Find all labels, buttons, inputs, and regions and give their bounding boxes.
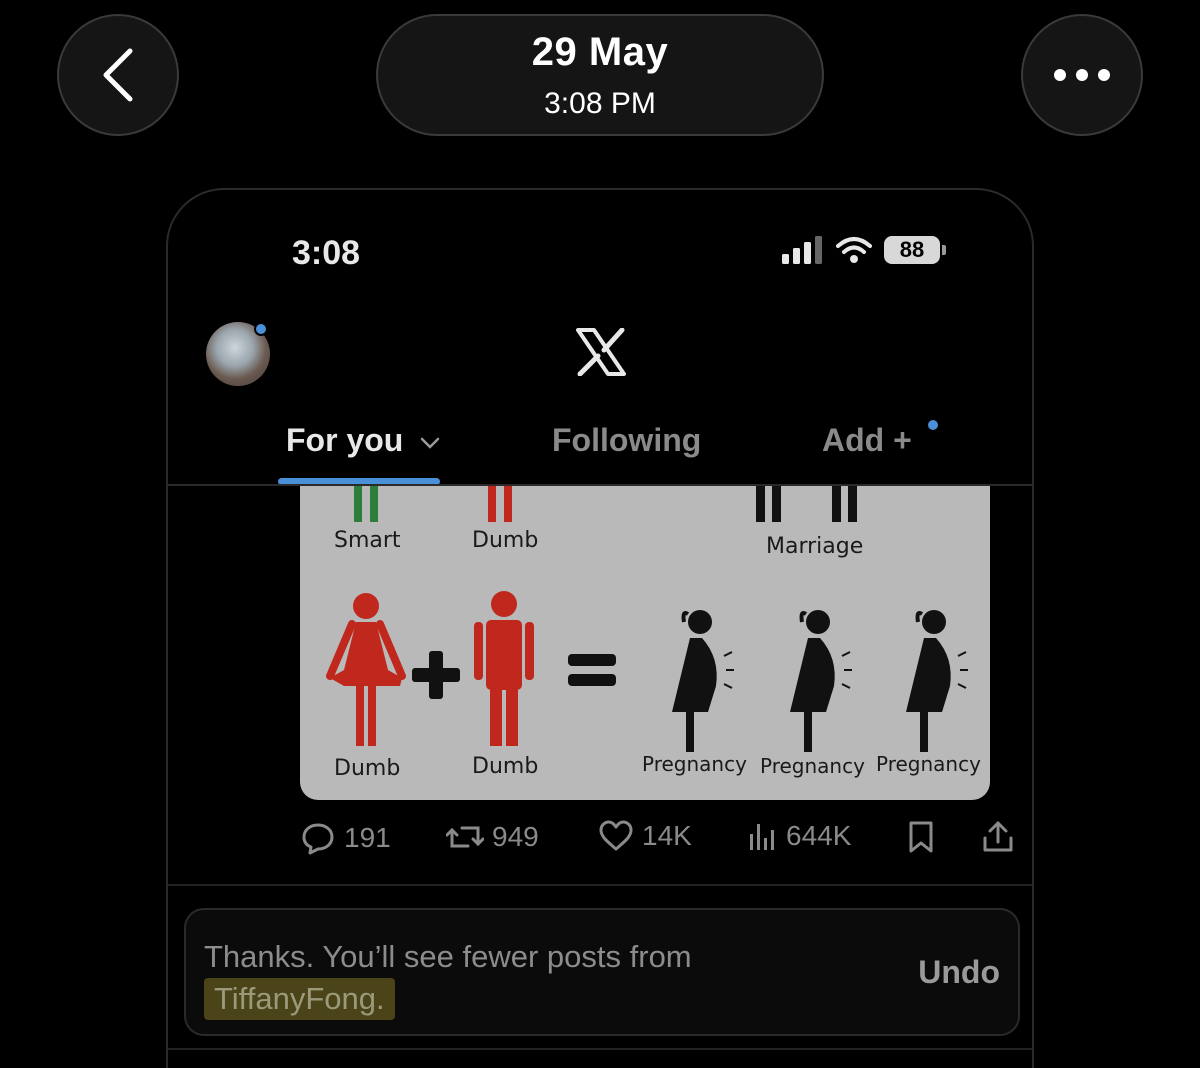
like-count: 14K	[642, 820, 692, 851]
reply-count: 191	[344, 822, 391, 853]
bookmark-button[interactable]	[906, 820, 936, 854]
share-button[interactable]	[982, 820, 1014, 854]
reply-button[interactable]: 191	[300, 820, 391, 856]
analytics-icon	[750, 824, 774, 850]
toast-message: Thanks. You’ll see fewer posts from Tiff…	[204, 936, 824, 1020]
label-marriage: Marriage	[766, 534, 864, 559]
post-actions: 191 949 14K 644K	[300, 820, 1020, 860]
label-dumb-right: Dumb	[472, 754, 539, 779]
wifi-icon	[836, 237, 872, 263]
feedback-toast: Thanks. You’ll see fewer posts from Tiff…	[184, 908, 1020, 1036]
views-button[interactable]: 644K	[748, 820, 851, 852]
tab-following[interactable]: Following	[552, 422, 701, 459]
repost-count: 949	[492, 821, 539, 852]
screenshot-frame: 3:08 88 For you Following Add + Smart Du…	[166, 188, 1034, 1068]
repost-button[interactable]: 949	[446, 820, 539, 854]
label-dumb-top: Dumb	[472, 528, 539, 553]
battery-icon: 88	[884, 236, 946, 264]
add-notification-dot	[928, 420, 938, 430]
photo-date: 29 May	[531, 29, 669, 74]
label-pregnancy-3: Pregnancy	[876, 752, 981, 776]
label-pregnancy-1: Pregnancy	[642, 752, 747, 776]
cellular-signal-icon	[782, 236, 822, 264]
divider	[168, 1048, 1032, 1050]
comment-icon	[302, 823, 334, 855]
status-bar-time: 3:08	[292, 234, 361, 272]
like-button[interactable]: 14K	[598, 820, 692, 852]
battery-level: 88	[884, 236, 940, 264]
label-smart: Smart	[334, 528, 401, 553]
post-image[interactable]: Smart Dumb Marriage Dumb Dumb Pregnancy …	[300, 486, 990, 800]
photo-time: 3:08 PM	[544, 86, 656, 120]
undo-button[interactable]: Undo	[918, 954, 1000, 991]
chevron-left-icon	[103, 48, 133, 102]
repost-icon	[446, 826, 484, 848]
share-icon	[983, 821, 1013, 852]
more-options-button[interactable]	[1021, 14, 1143, 136]
timeline-tabs: For you Following Add +	[168, 410, 1032, 486]
date-pill: 29 May 3:08 PM	[376, 14, 824, 136]
label-pregnancy-2: Pregnancy	[760, 754, 865, 778]
bookmark-icon	[909, 821, 933, 853]
view-count: 644K	[786, 820, 852, 851]
x-logo-icon	[576, 328, 626, 376]
status-bar-icons: 88	[782, 236, 946, 264]
divider	[168, 884, 1032, 886]
notification-dot	[254, 322, 268, 336]
ellipsis-icon	[1054, 69, 1110, 81]
chevron-down-icon	[420, 437, 440, 449]
tab-add[interactable]: Add +	[822, 422, 912, 459]
heart-icon	[599, 820, 633, 851]
label-dumb-left: Dumb	[334, 756, 401, 781]
back-button[interactable]	[57, 14, 179, 136]
tab-for-you[interactable]: For you	[286, 422, 440, 459]
toast-username: TiffanyFong.	[204, 978, 395, 1020]
